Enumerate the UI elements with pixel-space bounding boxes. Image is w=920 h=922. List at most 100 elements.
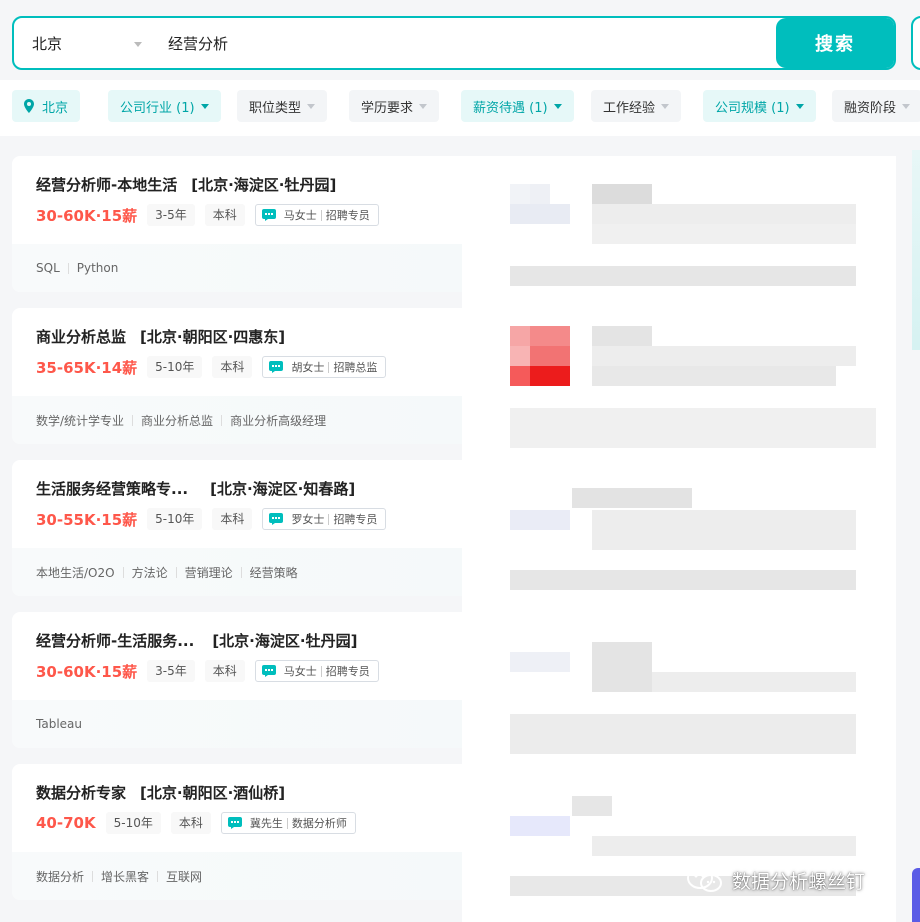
recruiter-name: 马女士: [283, 209, 317, 222]
filter-funding-stage[interactable]: 融资阶段: [832, 90, 920, 122]
recruiter-role: 招聘专员: [325, 665, 370, 678]
city-select-value: 北京: [32, 34, 63, 53]
job-experience: 5-10年: [147, 508, 203, 530]
job-salary: 30-60K·15薪: [36, 662, 138, 681]
recruiter-role: 招聘专员: [325, 209, 370, 222]
job-education: 本科: [212, 508, 253, 530]
skill-tag: 营销理论: [184, 565, 233, 580]
job-experience: 5-10年: [105, 812, 161, 834]
chevron-down-icon: [902, 103, 911, 109]
job-meta: 40-70K 5-10年 本科 冀先生 数据分析师: [36, 812, 356, 834]
job-meta: 30-60K·15薪 3-5年 本科 马女士 招聘专员: [36, 660, 379, 682]
filter-job-type[interactable]: 职位类型: [237, 90, 328, 122]
job-location: [北京·朝阳区·四惠东]: [140, 328, 286, 346]
recruiter-name: 马女士: [283, 665, 317, 678]
job-location: [北京·朝阳区·酒仙桥]: [140, 784, 286, 802]
job-title-row: 生活服务经营策略专... [北京·海淀区·知春路]: [36, 478, 355, 499]
skill-tag: 互联网: [166, 869, 203, 884]
job-meta: 30-55K·15薪 5-10年 本科 罗女士 招聘专员: [36, 508, 387, 530]
job-meta: 35-65K·14薪 5-10年 本科 胡女士 招聘总监: [36, 356, 387, 378]
skill-tag: 经营策略: [249, 565, 298, 580]
job-title-row: 经营分析师-生活服务... [北京·海淀区·牡丹园]: [36, 630, 357, 651]
chevron-down-icon: [419, 103, 428, 109]
job-title[interactable]: 生活服务经营策略专...: [36, 480, 188, 498]
chevron-down-icon: [661, 103, 670, 109]
chat-icon: [227, 817, 242, 829]
job-salary: 30-60K·15薪: [36, 206, 138, 225]
filter-salary[interactable]: 薪资待遇 (1): [461, 90, 574, 122]
job-skills: 本地生活/O2O 方法论 营销理论 经营策略: [12, 548, 462, 596]
job-card[interactable]: 经营分析师-本地生活 [北京·海淀区·牡丹园] 30-60K·15薪 3-5年 本…: [12, 156, 462, 292]
recruiter-name: 胡女士: [291, 361, 325, 374]
recruiter-badge[interactable]: 马女士 招聘专员: [254, 204, 379, 226]
filter-industry[interactable]: 公司行业 (1): [108, 90, 221, 122]
filter-company-size[interactable]: 公司规模 (1): [703, 90, 816, 122]
skill-tag: SQL: [36, 261, 60, 275]
watermark-text: 数据分析螺丝钉: [732, 870, 866, 893]
search-bar: 北京 搜索: [12, 16, 896, 70]
job-card[interactable]: 生活服务经营策略专... [北京·海淀区·知春路] 30-55K·15薪 5-10…: [12, 460, 462, 596]
job-title[interactable]: 数据分析专家: [36, 784, 126, 802]
recruiter-name: 罗女士: [291, 513, 325, 526]
skill-tag: 本地生活/O2O: [36, 565, 115, 580]
job-card[interactable]: 商业分析总监 [北京·朝阳区·四惠东] 35-65K·14薪 5-10年 本科 胡…: [12, 308, 462, 444]
wechat-icon: [687, 867, 722, 892]
job-salary: 40-70K: [36, 814, 96, 832]
search-input[interactable]: [154, 18, 776, 68]
job-location: [北京·海淀区·知春路]: [210, 480, 356, 498]
filter-industry-label: 公司行业 (1): [120, 100, 195, 116]
job-location: [北京·海淀区·牡丹园]: [191, 176, 337, 194]
recruiter-name: 冀先生: [249, 817, 283, 830]
filter-education[interactable]: 学历要求: [349, 90, 440, 122]
chevron-down-icon: [795, 103, 804, 109]
skill-tag: Python: [76, 261, 119, 275]
job-title-row: 经营分析师-本地生活 [北京·海淀区·牡丹园]: [36, 174, 336, 195]
location-pin-icon: [24, 99, 34, 113]
job-experience: 3-5年: [147, 660, 195, 682]
job-title[interactable]: 经营分析师-生活服务...: [36, 632, 194, 650]
chevron-down-icon: [553, 103, 562, 109]
filter-city[interactable]: 北京: [12, 90, 81, 122]
chevron-down-icon: [134, 42, 142, 47]
search-button[interactable]: 搜索: [776, 18, 894, 68]
city-select[interactable]: 北京: [14, 18, 154, 68]
chat-icon: [269, 361, 284, 373]
job-skills: SQL Python: [12, 244, 462, 292]
offscreen-panel-edge: [911, 16, 920, 70]
filter-funding-stage-label: 融资阶段: [844, 100, 897, 116]
job-card[interactable]: 经营分析师-生活服务... [北京·海淀区·牡丹园] 30-60K·15薪 3-5…: [12, 612, 462, 748]
job-title[interactable]: 经营分析师-本地生活: [36, 176, 177, 194]
skill-tag: 方法论: [131, 565, 168, 580]
watermark: 数据分析螺丝钉: [686, 866, 865, 894]
chat-icon: [261, 209, 276, 221]
recruiter-role: 数据分析师: [291, 817, 347, 830]
right-panel-edge: [912, 150, 920, 350]
recruiter-badge[interactable]: 冀先生 数据分析师: [220, 812, 356, 834]
skill-tag: 数学/统计学专业: [36, 413, 125, 428]
job-meta: 30-60K·15薪 3-5年 本科 马女士 招聘专员: [36, 204, 379, 226]
job-salary: 30-55K·15薪: [36, 510, 138, 529]
job-title[interactable]: 商业分析总监: [36, 328, 126, 346]
skill-tag: 数据分析: [36, 869, 85, 884]
filter-experience[interactable]: 工作经验: [591, 90, 682, 122]
job-title-row: 数据分析专家 [北京·朝阳区·酒仙桥]: [36, 782, 285, 803]
chat-icon: [261, 665, 276, 677]
filter-company-size-label: 公司规模 (1): [715, 100, 790, 116]
recruiter-badge[interactable]: 罗女士 招聘专员: [262, 508, 387, 530]
recruiter-badge[interactable]: 胡女士 招聘总监: [262, 356, 387, 378]
job-experience: 3-5年: [147, 204, 195, 226]
recruiter-role: 招聘总监: [333, 361, 378, 374]
chevron-down-icon: [200, 103, 209, 109]
job-location: [北京·海淀区·牡丹园]: [212, 632, 358, 650]
job-experience: 5-10年: [147, 356, 203, 378]
recruiter-role: 招聘专员: [333, 513, 378, 526]
job-card[interactable]: 数据分析专家 [北京·朝阳区·酒仙桥] 40-70K 5-10年 本科 冀先生 数据…: [12, 764, 462, 900]
skill-tag: 增长黑客: [101, 869, 150, 884]
floating-widget-edge: [912, 868, 920, 922]
filter-experience-label: 工作经验: [603, 100, 656, 116]
filter-salary-label: 薪资待遇 (1): [473, 100, 548, 116]
job-skills: Tableau: [12, 700, 462, 748]
job-skills: 数据分析 增长黑客 互联网: [12, 852, 462, 900]
skill-tag: 商业分析高级经理: [230, 413, 327, 428]
recruiter-badge[interactable]: 马女士 招聘专员: [254, 660, 379, 682]
